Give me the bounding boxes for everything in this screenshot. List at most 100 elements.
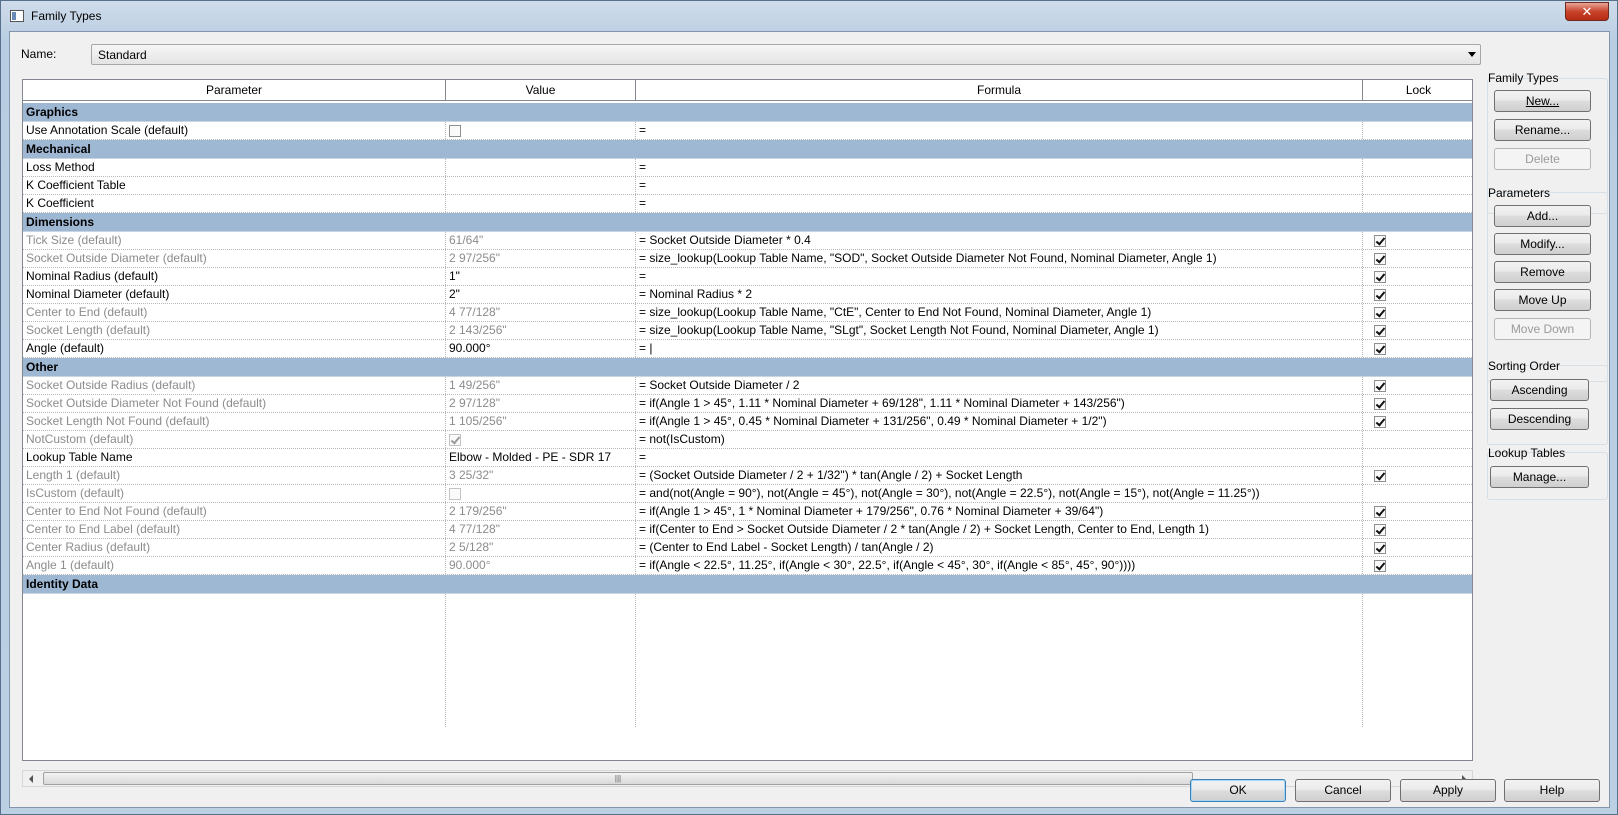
cancel-button[interactable]: Cancel xyxy=(1295,779,1391,802)
param-formula[interactable]: = if(Angle 1 > 45°, 0.45 * Nominal Diame… xyxy=(636,413,1363,430)
table-row[interactable]: Angle (default) 90.000° = | xyxy=(23,340,1472,358)
param-value[interactable] xyxy=(446,122,636,139)
delete-type-button[interactable]: Delete xyxy=(1494,148,1591,170)
param-formula[interactable]: = if(Angle 1 > 45°, 1.11 * Nominal Diame… xyxy=(636,395,1363,412)
manage-lookup-tables-button[interactable]: Manage... xyxy=(1490,466,1589,488)
lock-checkbox[interactable] xyxy=(1374,289,1386,301)
lock-checkbox[interactable] xyxy=(1374,253,1386,265)
remove-parameter-button[interactable]: Remove xyxy=(1494,261,1591,283)
table-row[interactable]: Lookup Table Name Elbow - Molded - PE - … xyxy=(23,449,1472,467)
table-row[interactable]: Socket Outside Diameter Not Found (defau… xyxy=(23,395,1472,413)
table-row[interactable]: Nominal Diameter (default) 2" = Nominal … xyxy=(23,286,1472,304)
param-formula[interactable]: = xyxy=(636,159,1363,176)
ok-button[interactable]: OK xyxy=(1190,779,1286,802)
column-header-value[interactable]: Value xyxy=(446,80,636,100)
descending-button[interactable]: Descending xyxy=(1490,408,1589,430)
table-row[interactable]: NotCustom (default) = not(IsCustom) xyxy=(23,431,1472,449)
name-dropdown[interactable]: Standard xyxy=(91,44,1481,65)
param-formula-input[interactable]: = | xyxy=(636,340,1363,357)
lock-checkbox[interactable] xyxy=(1374,506,1386,518)
param-formula[interactable]: = if(Center to End > Socket Outside Diam… xyxy=(636,521,1363,538)
column-header-parameter[interactable]: Parameter xyxy=(23,80,446,100)
move-up-button[interactable]: Move Up xyxy=(1494,289,1591,311)
table-row[interactable]: Socket Length Not Found (default) 1 105/… xyxy=(23,413,1472,431)
param-formula[interactable]: = Socket Outside Diameter * 0.4 xyxy=(636,232,1363,249)
rename-type-button[interactable]: Rename... xyxy=(1494,119,1591,141)
param-formula[interactable]: = if(Angle 1 > 45°, 1 * Nominal Diameter… xyxy=(636,503,1363,520)
param-value[interactable]: Elbow - Molded - PE - SDR 17 xyxy=(446,449,636,466)
modify-parameter-button[interactable]: Modify... xyxy=(1494,233,1591,255)
scroll-left-arrow-icon[interactable] xyxy=(29,775,33,783)
param-formula[interactable]: = size_lookup(Lookup Table Name, "SLgt",… xyxy=(636,322,1363,339)
title-bar[interactable]: Family Types ✕ xyxy=(1,1,1617,31)
table-row[interactable]: Socket Outside Radius (default) 1 49/256… xyxy=(23,377,1472,395)
param-formula[interactable]: = xyxy=(636,177,1363,194)
table-row[interactable]: Tick Size (default) 61/64" = Socket Outs… xyxy=(23,232,1472,250)
new-type-button[interactable]: New... xyxy=(1494,90,1591,112)
table-row[interactable]: Center to End (default) 4 77/128" = size… xyxy=(23,304,1472,322)
group-header-mechanical[interactable]: Mechanical xyxy=(23,140,1472,159)
lock-checkbox[interactable] xyxy=(1374,398,1386,410)
param-formula[interactable]: = if(Angle < 22.5°, 11.25°, if(Angle < 3… xyxy=(636,557,1363,574)
lock-checkbox[interactable] xyxy=(1374,542,1386,554)
param-formula[interactable]: = not(IsCustom) xyxy=(636,431,1363,448)
param-value[interactable] xyxy=(446,177,636,194)
table-row[interactable]: Center Radius (default) 2 5/128" = (Cent… xyxy=(23,539,1472,557)
group-header-identity-data[interactable]: Identity Data xyxy=(23,575,1472,594)
lock-checkbox[interactable] xyxy=(1374,325,1386,337)
param-lock xyxy=(1363,521,1472,538)
param-formula[interactable]: = Socket Outside Diameter / 2 xyxy=(636,377,1363,394)
param-value[interactable]: 1" xyxy=(446,268,636,285)
table-row[interactable]: K Coefficient Table = xyxy=(23,177,1472,195)
chevron-down-icon[interactable] xyxy=(1468,52,1476,57)
lock-checkbox[interactable] xyxy=(1374,416,1386,428)
lock-checkbox[interactable] xyxy=(1374,343,1386,355)
help-button[interactable]: Help xyxy=(1504,779,1600,802)
table-row[interactable]: Socket Outside Diameter (default) 2 97/2… xyxy=(23,250,1472,268)
param-formula[interactable]: = xyxy=(636,268,1363,285)
lock-checkbox[interactable] xyxy=(1374,524,1386,536)
lock-checkbox[interactable] xyxy=(1374,271,1386,283)
apply-button[interactable]: Apply xyxy=(1400,779,1496,802)
lock-checkbox[interactable] xyxy=(1374,470,1386,482)
lock-checkbox[interactable] xyxy=(1374,380,1386,392)
column-header-lock[interactable]: Lock xyxy=(1363,80,1472,100)
table-row[interactable]: Nominal Radius (default) 1" = xyxy=(23,268,1472,286)
lock-checkbox[interactable] xyxy=(1374,307,1386,319)
table-row[interactable]: Angle 1 (default) 90.000° = if(Angle < 2… xyxy=(23,557,1472,575)
lock-checkbox[interactable] xyxy=(1374,235,1386,247)
param-value[interactable]: 90.000° xyxy=(446,340,636,357)
param-formula[interactable]: = xyxy=(636,449,1363,466)
ascending-button[interactable]: Ascending xyxy=(1490,379,1589,401)
scrollbar-thumb[interactable]: ||| xyxy=(43,772,1193,785)
param-formula[interactable]: = (Socket Outside Diameter / 2 + 1/32") … xyxy=(636,467,1363,484)
table-row[interactable]: Length 1 (default) 3 25/32" = (Socket Ou… xyxy=(23,467,1472,485)
param-value[interactable] xyxy=(446,195,636,212)
table-row[interactable]: Loss Method = xyxy=(23,159,1472,177)
param-formula[interactable]: = size_lookup(Lookup Table Name, "SOD", … xyxy=(636,250,1363,267)
table-row[interactable]: Center to End Not Found (default) 2 179/… xyxy=(23,503,1472,521)
close-button[interactable]: ✕ xyxy=(1565,2,1609,21)
param-lock xyxy=(1363,250,1472,267)
group-header-other[interactable]: Other xyxy=(23,358,1472,377)
param-formula[interactable]: = Nominal Radius * 2 xyxy=(636,286,1363,303)
add-parameter-button[interactable]: Add... xyxy=(1494,205,1591,227)
param-formula[interactable]: = (Center to End Label - Socket Length) … xyxy=(636,539,1363,556)
move-down-button[interactable]: Move Down xyxy=(1494,318,1591,340)
param-value[interactable]: 2" xyxy=(446,286,636,303)
param-formula[interactable]: = and(not(Angle = 90°), not(Angle = 45°)… xyxy=(636,485,1363,502)
param-formula[interactable]: = xyxy=(636,195,1363,212)
group-header-dimensions[interactable]: Dimensions xyxy=(23,213,1472,232)
column-header-formula[interactable]: Formula xyxy=(636,80,1363,100)
value-checkbox[interactable] xyxy=(449,125,461,137)
table-row[interactable]: Center to End Label (default) 4 77/128" … xyxy=(23,521,1472,539)
table-row[interactable]: Socket Length (default) 2 143/256" = siz… xyxy=(23,322,1472,340)
group-header-graphics[interactable]: Graphics xyxy=(23,103,1472,122)
table-row[interactable]: Use Annotation Scale (default) = xyxy=(23,122,1472,140)
param-value[interactable] xyxy=(446,159,636,176)
table-row[interactable]: IsCustom (default) = and(not(Angle = 90°… xyxy=(23,485,1472,503)
table-row[interactable]: K Coefficient = xyxy=(23,195,1472,213)
lock-checkbox[interactable] xyxy=(1374,560,1386,572)
param-formula[interactable]: = xyxy=(636,122,1363,139)
param-formula[interactable]: = size_lookup(Lookup Table Name, "CtE", … xyxy=(636,304,1363,321)
